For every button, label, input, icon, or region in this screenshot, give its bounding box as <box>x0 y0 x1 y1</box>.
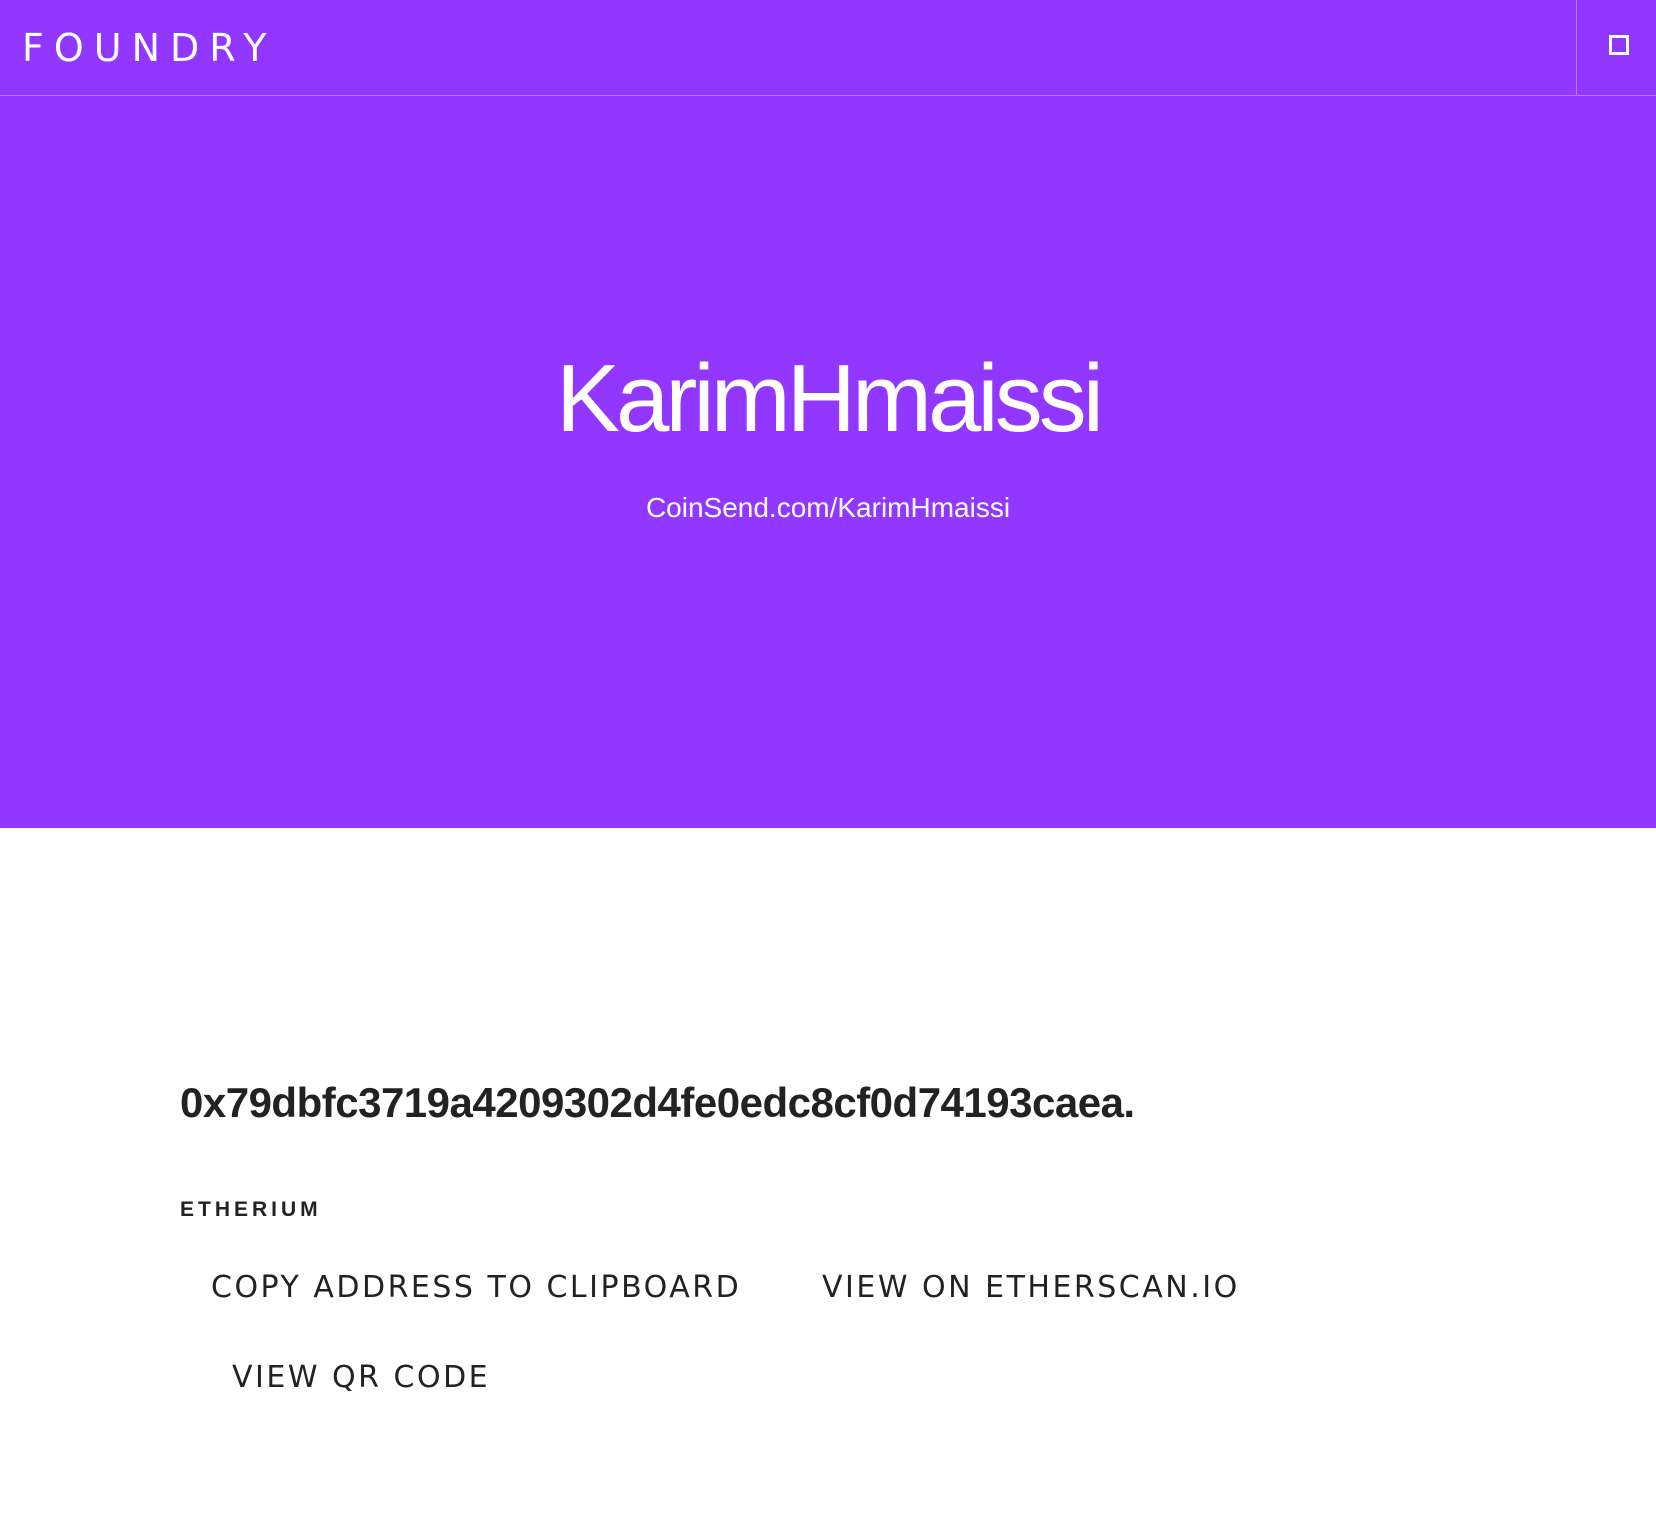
coin-label: ETHERIUM <box>180 1198 322 1221</box>
top-navigation-bar: FOUNDRY <box>0 0 1656 96</box>
profile-link-container: CoinSend.com/KarimHmaissi <box>0 488 1656 528</box>
profile-hero: FOUNDRY KarimHmaissi CoinSend.com/KarimH… <box>0 0 1656 828</box>
profile-name: KarimHmaissi <box>555 345 1104 452</box>
square-icon <box>1609 35 1629 55</box>
profile-url-link[interactable]: CoinSend.com/KarimHmaissi <box>646 492 1010 523</box>
view-on-etherscan-link[interactable]: VIEW ON ETHERSCAN.IO <box>822 1268 1240 1308</box>
view-qr-code-button[interactable]: VIEW QR CODE <box>232 1358 490 1398</box>
copy-address-button[interactable]: COPY ADDRESS TO CLIPBOARD <box>211 1268 741 1308</box>
menu-button[interactable] <box>1576 0 1656 95</box>
wallet-address: 0x79dbfc3719a4209302d4fe0edc8cf0d74193ca… <box>180 1079 1135 1126</box>
foundry-logo[interactable]: FOUNDRY <box>22 24 276 72</box>
